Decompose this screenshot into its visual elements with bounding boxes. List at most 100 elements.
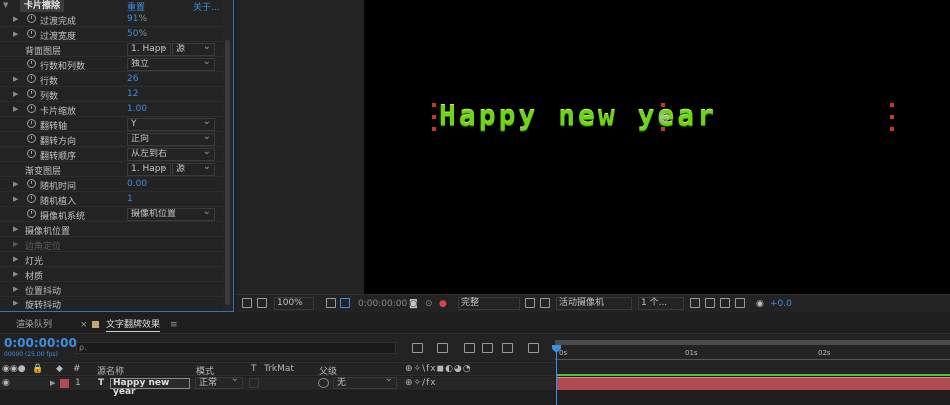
stopwatch-icon[interactable] <box>27 59 36 68</box>
current-time-display[interactable]: 0:00:00:00 <box>4 336 77 350</box>
shy-layers-icon[interactable] <box>464 343 475 353</box>
column-trkmat[interactable]: TrkMat <box>264 364 294 374</box>
group-rotation-jitter[interactable]: ▶ 旋转抖动 <box>0 296 230 311</box>
property-row-flip-order[interactable]: 翻转顺序 从左到右 <box>0 147 230 162</box>
gradient-layer-dropdown[interactable]: 1. Happ <box>127 163 171 176</box>
camera-dropdown[interactable]: 活动摄像机 <box>556 297 632 310</box>
selection-handle[interactable] <box>432 103 436 107</box>
graph-editor-icon[interactable] <box>528 343 539 353</box>
lock-icon[interactable]: 🔒 <box>32 364 43 374</box>
expand-triangle-icon[interactable]: ▶ <box>13 105 22 113</box>
group-lighting[interactable]: ▶ 灯光 <box>0 252 230 267</box>
property-row-rows-columns[interactable]: 行数和列数 独立 <box>0 57 230 72</box>
expand-triangle-icon[interactable]: ▶ <box>13 299 22 307</box>
label-icon[interactable]: ◆ <box>56 364 63 374</box>
stopwatch-icon[interactable] <box>27 179 36 188</box>
selection-handle[interactable] <box>890 115 894 119</box>
layer-name[interactable]: Happy new year <box>110 378 190 397</box>
reset-exposure-icon[interactable]: ◉ <box>756 297 764 311</box>
gradient-layer-source-dropdown[interactable]: 源 <box>172 163 215 176</box>
panel-scrollbar[interactable] <box>223 0 232 310</box>
property-row-columns[interactable]: ▶ 列数 12 <box>0 87 230 102</box>
camera-system-dropdown[interactable]: 摄像机位置 <box>127 208 215 221</box>
property-row-flip-direction[interactable]: 翻转方向 正向 <box>0 132 230 147</box>
property-row-random-seed[interactable]: ▶ 随机植入 1 <box>0 192 230 207</box>
expand-triangle-icon[interactable]: ▶ <box>13 195 22 203</box>
selection-handle[interactable] <box>432 127 436 131</box>
grid-icon[interactable] <box>326 298 336 308</box>
resolution-dropdown[interactable]: 完整 <box>458 297 520 310</box>
selection-handle[interactable] <box>661 103 665 107</box>
always-preview-icon[interactable] <box>242 298 252 308</box>
monitor-icon[interactable] <box>257 298 267 308</box>
parent-dropdown[interactable]: 无 <box>333 374 397 389</box>
expand-triangle-icon[interactable]: ▶ <box>13 90 22 98</box>
tab-render-queue[interactable]: 渲染队列 <box>16 319 52 332</box>
group-material[interactable]: ▶ 材质 <box>0 267 230 282</box>
property-row-transition-width[interactable]: ▶ 过渡宽度 50% <box>0 27 230 42</box>
stopwatch-icon[interactable] <box>27 29 36 38</box>
fast-previews-icon[interactable] <box>705 298 715 308</box>
composition-canvas[interactable]: Happy new year <box>364 0 950 294</box>
work-area-bar[interactable] <box>555 340 950 345</box>
expand-triangle-icon[interactable]: ▶ <box>13 180 22 188</box>
composition-flowchart-icon[interactable] <box>412 343 423 353</box>
expand-layer-icon[interactable]: ▶ <box>50 377 55 390</box>
stopwatch-icon[interactable] <box>27 194 36 203</box>
flip-direction-dropdown[interactable]: 正向 <box>127 133 215 146</box>
property-value[interactable]: 0.00 <box>127 179 147 189</box>
collapse-triangle-icon[interactable]: ▼ <box>3 1 8 9</box>
layer-duration-bar[interactable] <box>556 377 950 390</box>
frame-blending-icon[interactable] <box>482 343 493 353</box>
tab-composition[interactable]: 文字翻牌效果 <box>106 319 161 332</box>
property-row-random-time[interactable]: ▶ 随机时间 0.00 <box>0 177 230 192</box>
property-row-rows[interactable]: ▶ 行数 26 <box>0 72 230 87</box>
group-camera-position[interactable]: ▶ 摄像机位置 <box>0 222 230 237</box>
toggle-pixel-aspect-icon[interactable] <box>690 298 700 308</box>
stopwatch-icon[interactable] <box>27 104 36 113</box>
label-color-swatch[interactable] <box>60 379 69 388</box>
parent-pick-whip-icon[interactable] <box>318 378 329 388</box>
expand-triangle-icon[interactable]: ▶ <box>13 225 22 233</box>
property-value[interactable]: 12 <box>127 89 138 99</box>
rows-columns-dropdown[interactable]: 独立 <box>127 58 215 71</box>
property-row-camera-system[interactable]: 摄像机系统 摄像机位置 <box>0 207 230 222</box>
property-row-flip-axis[interactable]: 翻转轴 Y <box>0 117 230 132</box>
views-dropdown[interactable]: 1 个... <box>638 297 684 310</box>
flowchart-icon[interactable] <box>735 298 745 308</box>
back-layer-dropdown[interactable]: 1. Happ <box>127 43 171 56</box>
flip-order-dropdown[interactable]: 从左到右 <box>127 148 215 161</box>
transparency-grid-icon[interactable] <box>540 298 550 308</box>
timeline-icon[interactable] <box>720 298 730 308</box>
selection-handle[interactable] <box>432 115 436 119</box>
visibility-icon[interactable]: ◉ <box>2 377 10 390</box>
exposure-value[interactable]: +0.0 <box>770 297 792 311</box>
zoom-dropdown[interactable]: 100% <box>274 297 314 310</box>
blend-mode-dropdown[interactable]: 正常 <box>195 374 243 389</box>
property-row-back-layer[interactable]: 背面图层 1. Happ 源 <box>0 42 230 57</box>
back-layer-source-dropdown[interactable]: 源 <box>172 43 215 56</box>
stopwatch-icon[interactable] <box>27 89 36 98</box>
close-tab-icon[interactable]: × <box>80 319 88 332</box>
scrollbar-thumb[interactable] <box>225 40 230 305</box>
selection-handle[interactable] <box>890 127 894 131</box>
stopwatch-icon[interactable] <box>27 14 36 23</box>
column-t[interactable]: T <box>251 364 257 374</box>
column-mode[interactable]: 模式 <box>196 364 214 377</box>
color-channels-icon[interactable]: ● <box>439 297 447 311</box>
column-source-name[interactable]: 源名称 <box>97 364 124 377</box>
draft-3d-icon[interactable] <box>437 343 448 353</box>
motion-blur-icon[interactable] <box>502 343 513 353</box>
property-value[interactable]: 91% <box>127 14 147 24</box>
preserve-transparency-checkbox[interactable] <box>249 378 259 388</box>
property-value[interactable]: 50% <box>127 29 147 39</box>
current-time-indicator[interactable] <box>556 345 557 405</box>
switches-icon[interactable]: ⊕✧\fx◼◐◕◔ <box>405 364 472 374</box>
stopwatch-icon[interactable] <box>27 209 36 218</box>
property-row-card-scale[interactable]: ▶ 卡片缩放 1.00 <box>0 102 230 117</box>
stopwatch-icon[interactable] <box>27 74 36 83</box>
expand-triangle-icon[interactable]: ▶ <box>13 15 22 23</box>
flip-axis-dropdown[interactable]: Y <box>127 118 215 131</box>
layer-search-input[interactable]: ρ. <box>76 342 396 354</box>
property-row-gradient-layer[interactable]: 渐变图层 1. Happ 源 <box>0 162 230 177</box>
